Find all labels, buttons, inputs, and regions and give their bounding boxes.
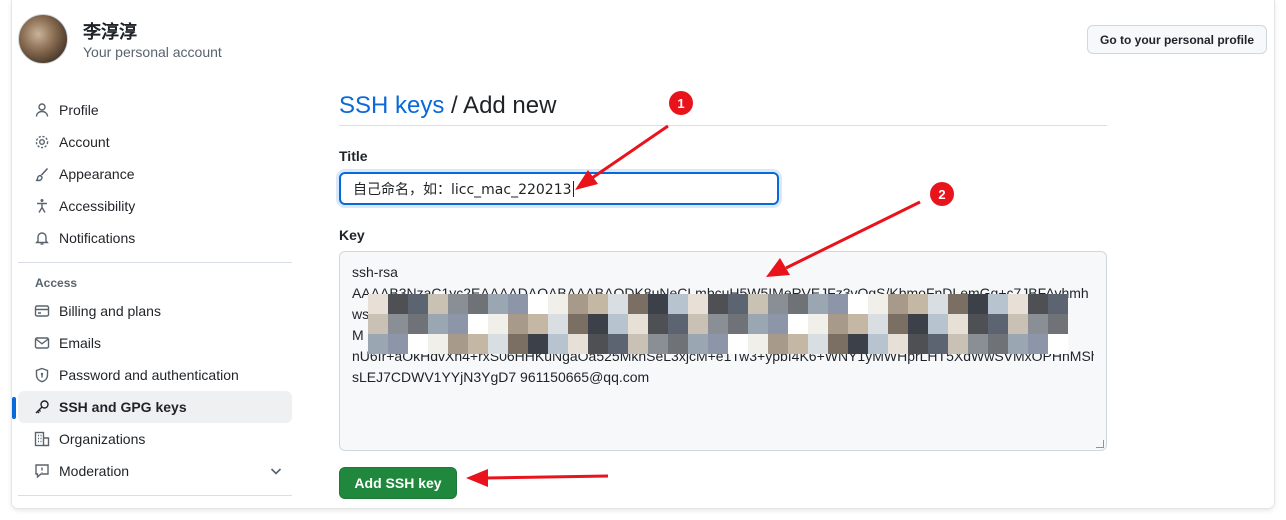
go-to-profile-button[interactable]: Go to your personal profile	[1087, 25, 1267, 54]
shield-lock-icon	[34, 367, 50, 383]
credit-card-icon	[34, 303, 50, 319]
key-label: Key	[339, 227, 365, 243]
avatar[interactable]	[18, 14, 68, 64]
sidebar-item-label: Password and authentication	[59, 367, 239, 383]
sidebar-item-label: Moderation	[59, 463, 130, 479]
text-caret	[572, 180, 574, 197]
sidebar-divider	[18, 495, 292, 496]
settings-sidebar: Profile Account Appearance Accessibility…	[12, 94, 292, 504]
add-ssh-key-button[interactable]: Add SSH key	[339, 467, 457, 499]
key-textarea[interactable]: ssh-rsa AAAAB3NzaC1yc2EAAAADAQABAAABAQDK…	[339, 251, 1107, 451]
page-title: SSH keys / Add new	[339, 86, 1107, 126]
gear-icon	[34, 134, 50, 150]
sidebar-heading-access: Access	[35, 276, 78, 290]
title-input[interactable]: 自己命名，如：licc_mac_220213	[339, 172, 779, 205]
key-icon	[34, 399, 50, 415]
sidebar-item-ssh-gpg-keys[interactable]: SSH and GPG keys	[12, 391, 292, 423]
annotation-badge-1: 1	[669, 91, 693, 115]
title-input-value: 自己命名，如：licc_mac_220213	[353, 181, 572, 198]
paintbrush-icon	[34, 166, 50, 182]
sidebar-item-label: Profile	[59, 102, 99, 118]
account-subtitle: Your personal account	[83, 44, 222, 60]
chevron-down-icon[interactable]	[268, 463, 284, 482]
add-ssh-key-form: SSH keys / Add new Title 自己命名，如：licc_mac…	[339, 86, 1107, 499]
sidebar-item-moderation[interactable]: Moderation	[18, 455, 292, 487]
sidebar-item-notifications[interactable]: Notifications	[18, 222, 292, 254]
sidebar-item-appearance[interactable]: Appearance	[18, 158, 292, 190]
sidebar-item-emails[interactable]: Emails	[18, 327, 292, 359]
sidebar-item-label: Appearance	[59, 166, 135, 182]
sidebar-item-billing[interactable]: Billing and plans	[18, 295, 292, 327]
sidebar-item-password[interactable]: Password and authentication	[18, 359, 292, 391]
sidebar-item-label: Organizations	[59, 431, 146, 447]
sidebar-item-organizations[interactable]: Organizations	[18, 423, 292, 455]
sidebar-item-label: Emails	[59, 335, 102, 351]
bell-icon	[34, 230, 50, 246]
breadcrumb-ssh-keys[interactable]: SSH keys	[339, 92, 444, 119]
sidebar-item-label: Notifications	[59, 230, 136, 246]
report-icon	[34, 463, 50, 479]
title-label: Title	[339, 148, 368, 164]
sidebar-item-label: Billing and plans	[59, 303, 161, 319]
person-icon	[34, 102, 50, 118]
user-name: 李淳淳	[83, 22, 137, 42]
sidebar-divider	[18, 262, 292, 263]
sidebar-item-account[interactable]: Account	[18, 126, 292, 158]
mail-icon	[34, 335, 50, 351]
sidebar-item-accessibility[interactable]: Accessibility	[18, 190, 292, 222]
organization-icon	[34, 431, 50, 447]
settings-window: 李淳淳 Your personal account Go to your per…	[12, 0, 1274, 508]
sidebar-item-label: Account	[59, 134, 110, 150]
key-line: ssh-rsa	[352, 264, 398, 280]
accessibility-icon	[34, 198, 50, 214]
sidebar-item-profile[interactable]: Profile	[18, 94, 292, 126]
pixelated-redaction	[368, 294, 1068, 356]
annotation-badge-2: 2	[930, 182, 954, 206]
sidebar-item-label: Accessibility	[59, 198, 136, 214]
page-title-suffix: / Add new	[444, 92, 557, 119]
key-line: sLEJ7CDWV1YYjN3YgD7 961150665@qq.com	[352, 369, 650, 385]
resize-handle[interactable]	[1096, 440, 1104, 448]
sidebar-item-label: SSH and GPG keys	[59, 399, 187, 415]
